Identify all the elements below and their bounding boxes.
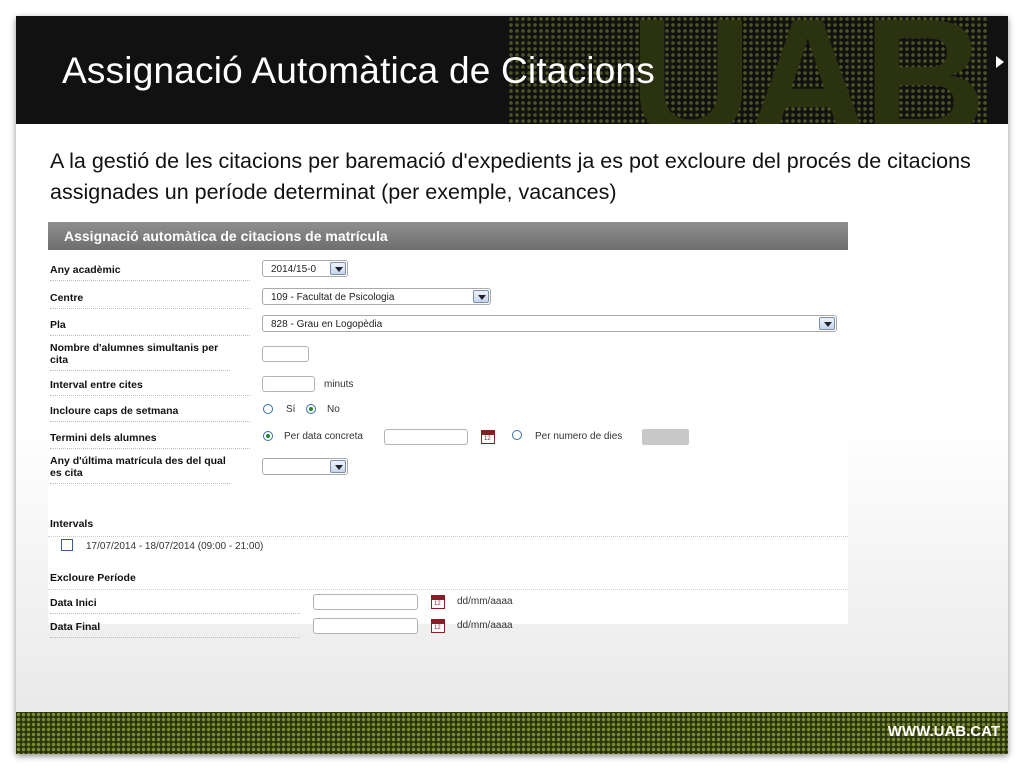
pla-value: 828 - Grau en Logopèdia xyxy=(271,319,383,330)
intervals-divider xyxy=(48,536,848,537)
interval-item-text: 17/07/2014 - 18/07/2014 (09:00 - 21:00) xyxy=(86,541,264,552)
data-inici-input[interactable] xyxy=(313,594,418,610)
slide-header: UAB Assignació Automàtica de Citacions xyxy=(16,16,1008,124)
calendar-icon[interactable] xyxy=(481,430,495,444)
nombre-alumnes-input[interactable] xyxy=(262,346,309,362)
interval-checkbox[interactable] xyxy=(61,539,73,551)
any-academic-select[interactable]: 2014/15-0 xyxy=(262,260,348,277)
intro-text: A la gestió de les citacions per baremac… xyxy=(50,149,971,204)
centre-label: Centre xyxy=(50,292,250,309)
calendar-icon[interactable] xyxy=(431,619,445,633)
interval-label: Interval entre cites xyxy=(50,379,250,396)
chevron-down-icon[interactable] xyxy=(330,262,346,275)
interval-unit: minuts xyxy=(324,379,354,390)
caps-no-label: No xyxy=(327,404,340,415)
footer-dot-pattern xyxy=(16,712,1008,754)
slide-footer: WWW.UAB.CAT xyxy=(16,712,1008,754)
data-inici-label: Data Inici xyxy=(50,597,300,614)
chevron-down-icon[interactable] xyxy=(330,460,346,473)
termini-label: Termini dels alumnes xyxy=(50,432,250,449)
caps-si-radio[interactable] xyxy=(263,404,273,414)
termini-data-input[interactable] xyxy=(384,429,468,445)
pla-select[interactable]: 828 - Grau en Logopèdia xyxy=(262,315,837,332)
form-header: Assignació automàtica de citacions de ma… xyxy=(48,222,848,250)
interval-input[interactable] xyxy=(262,376,315,392)
termini-dies-label: Per numero de dies xyxy=(535,431,623,442)
caps-setmana-label: Incloure caps de setmana xyxy=(50,405,250,422)
excloure-label: Excloure Període xyxy=(50,572,136,584)
centre-select[interactable]: 109 - Facultat de Psicologia xyxy=(262,288,491,305)
calendar-icon[interactable] xyxy=(431,595,445,609)
chevron-down-icon[interactable] xyxy=(819,317,835,330)
any-ultima-select[interactable] xyxy=(262,458,348,475)
termini-data-radio[interactable] xyxy=(263,431,273,441)
chevron-down-icon[interactable] xyxy=(473,290,489,303)
excloure-divider xyxy=(48,589,848,590)
termini-dies-input[interactable] xyxy=(642,429,689,445)
any-academic-value: 2014/15-0 xyxy=(271,264,317,275)
pla-label: Pla xyxy=(50,319,250,336)
nombre-alumnes-label: Nombre d'alumnes simultanis per cita xyxy=(50,342,230,371)
termini-dies-radio[interactable] xyxy=(512,430,522,440)
assignment-form: Assignació automàtica de citacions de ma… xyxy=(48,222,848,638)
termini-data-label: Per data concreta xyxy=(284,431,363,442)
next-arrow-icon xyxy=(996,56,1004,68)
caps-si-label: Sí xyxy=(286,404,296,415)
intervals-label: Intervals xyxy=(50,518,94,530)
data-final-label: Data Final xyxy=(50,621,300,638)
centre-value: 109 - Facultat de Psicologia xyxy=(271,292,395,303)
data-final-format: dd/mm/aaaa xyxy=(457,620,513,631)
slide: UAB Assignació Automàtica de Citacions A… xyxy=(16,16,1008,754)
data-final-input[interactable] xyxy=(313,618,418,634)
caps-no-radio[interactable] xyxy=(306,404,316,414)
any-academic-label: Any acadèmic xyxy=(50,264,250,281)
data-inici-format: dd/mm/aaaa xyxy=(457,596,513,607)
footer-url: WWW.UAB.CAT xyxy=(887,723,1000,740)
any-ultima-label: Any d'última matrícula des del qual es c… xyxy=(50,455,230,484)
uab-watermark: UAB xyxy=(629,16,986,124)
slide-title: Assignació Automàtica de Citacions xyxy=(62,50,655,91)
